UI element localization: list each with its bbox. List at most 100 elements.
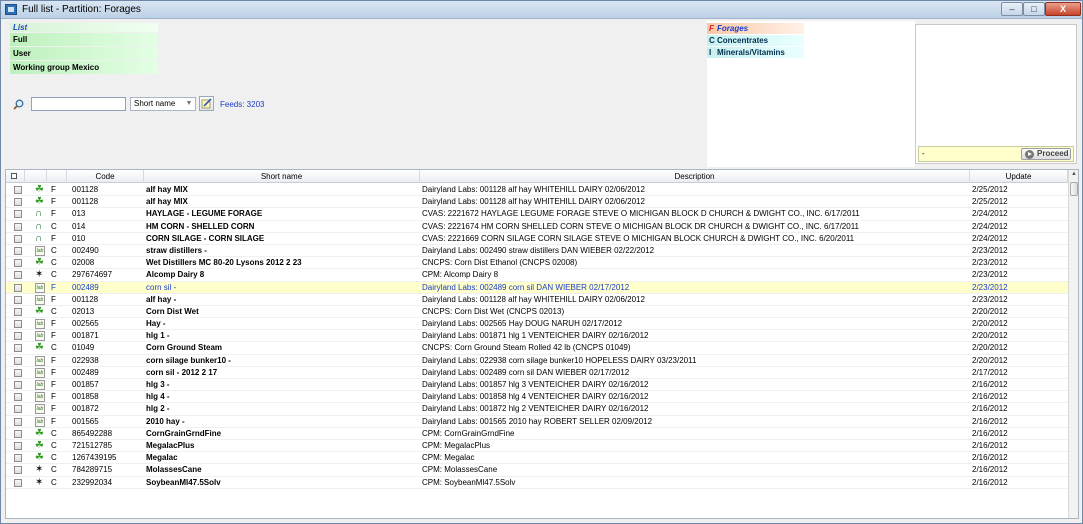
row-checkbox[interactable] — [14, 320, 22, 329]
list-item-full[interactable]: Full — [10, 33, 158, 46]
table-row[interactable]: ☘ C 721512785 MegalacPlus CPM: MegalacPlus 2/… — [6, 440, 1068, 453]
search-input[interactable] — [31, 97, 126, 111]
select-all-cell[interactable] — [6, 170, 25, 183]
title-bar[interactable]: Full list - Partition: Forages – □ X — [1, 1, 1082, 19]
row-checkbox[interactable] — [14, 478, 22, 487]
row-code: 721512785 — [72, 440, 113, 450]
header-description[interactable]: Description — [420, 170, 970, 183]
list-item-working-group[interactable]: Working group Mexico — [10, 61, 158, 74]
row-description: CNCPS: Corn Ground Steam Rolled 42 lb (C… — [422, 343, 631, 353]
row-checkbox[interactable] — [14, 210, 22, 219]
row-checkbox[interactable] — [14, 356, 22, 365]
select-all-checkbox[interactable] — [11, 173, 17, 179]
row-checkbox[interactable] — [14, 246, 22, 255]
row-checkbox[interactable] — [14, 454, 22, 463]
table-row[interactable]: lab F 022938 corn silage bunker10 - Dairylan… — [6, 355, 1068, 367]
row-update: 2/25/2012 — [972, 185, 1008, 194]
row-checkbox[interactable] — [14, 259, 22, 268]
row-checkbox[interactable] — [14, 295, 22, 304]
row-update: 2/23/2012 — [972, 258, 1008, 268]
table-row[interactable]: lab C 002490 straw distillers - Dairyland La… — [6, 245, 1068, 258]
row-update: 2/20/2012 — [972, 306, 1008, 316]
table-row[interactable]: ☘ C 02013 Corn Dist Wet CNCPS: Corn Dist Wet… — [6, 306, 1068, 319]
vertical-scrollbar[interactable]: ▲ — [1068, 170, 1078, 518]
partition-minerals-vitamins[interactable]: I Minerals/Vitamins — [707, 47, 804, 58]
row-checkbox[interactable] — [14, 198, 22, 207]
partition-forages[interactable]: F Forages — [707, 23, 804, 34]
row-update: 2/23/2012 — [972, 270, 1008, 280]
row-checkbox[interactable] — [14, 429, 22, 438]
table-row[interactable]: ∩ C 014 HM CORN - SHELLED CORN CVAS: 2221674… — [6, 221, 1068, 233]
table-row[interactable]: ∩ F 010 CORN SILAGE - CORN SILAGE CVAS: 2221… — [6, 233, 1068, 245]
row-update: 2/17/2012 — [972, 367, 1008, 377]
header-icon-col — [25, 170, 47, 183]
list-item-user[interactable]: User — [10, 47, 158, 60]
minimize-button[interactable]: – — [1001, 2, 1023, 16]
row-partition: C — [51, 221, 57, 231]
row-short-name: HAYLAGE - LEGUME FORAGE — [146, 209, 263, 219]
sampler-icon: ✶ — [35, 476, 44, 488]
table-row[interactable]: lab F 001128 alf hay - Dairyland Labs: 00112… — [6, 294, 1068, 306]
row-checkbox[interactable] — [14, 186, 22, 194]
scroll-thumb[interactable] — [1070, 182, 1078, 196]
arch-icon: ∩ — [35, 232, 43, 244]
table-row[interactable]: lab F 002565 Hay - Dairyland Labs: 002565 Ha… — [6, 318, 1068, 331]
table-row[interactable]: ✶ C 297674697 Alcomp Dairy 8 CPM: Alcomp Dai… — [6, 269, 1068, 282]
row-code: 002490 — [72, 245, 99, 255]
row-partition: F — [51, 355, 56, 365]
row-description: CVAS: 2221674 HM CORN SHELLED CORN STEVE… — [422, 221, 859, 231]
header-short-name[interactable]: Short name — [144, 170, 420, 183]
leaf-icon: ☘ — [35, 184, 44, 195]
row-checkbox[interactable] — [14, 381, 22, 389]
maximize-button[interactable]: □ — [1023, 2, 1045, 16]
row-short-name: MegalacPlus — [146, 440, 195, 450]
edit-icon[interactable] — [199, 96, 214, 111]
row-checkbox[interactable] — [14, 332, 22, 341]
table-row[interactable]: ∩ F 013 HAYLAGE - LEGUME FORAGE CVAS: 222167… — [6, 208, 1068, 221]
table-row[interactable]: lab F 002489 corn sil - Dairyland Labs: 0024… — [6, 281, 1068, 294]
row-code: 232992034 — [72, 477, 113, 487]
table-row[interactable]: lab F 001872 hlg 2 - Dairyland Labs: 001872 … — [6, 403, 1068, 416]
row-checkbox[interactable] — [14, 405, 22, 414]
table-row[interactable]: ☘ C 02008 Wet Distillers MC 80-20 Lysons 20… — [6, 257, 1068, 270]
row-update: 2/16/2012 — [972, 440, 1008, 450]
table-row[interactable]: ☘ F 001128 alf hay MIX Dairyland Labs: 00112… — [6, 196, 1068, 209]
close-button[interactable]: X — [1045, 2, 1081, 16]
row-checkbox[interactable] — [14, 283, 22, 292]
search-icon[interactable] — [13, 99, 24, 110]
app-icon — [5, 4, 17, 15]
row-code: 297674697 — [72, 270, 113, 280]
row-checkbox[interactable] — [14, 234, 22, 243]
row-code: 001565 — [72, 416, 99, 426]
header-code[interactable]: Code — [67, 170, 144, 183]
row-checkbox[interactable] — [14, 393, 22, 402]
table-row[interactable]: ✶ C 232992034 SoybeanMl47.5Solv CPM: Soybean… — [6, 477, 1068, 489]
table-row[interactable]: lab F 001565 2010 hay - Dairyland Labs: 0015… — [6, 416, 1068, 428]
scroll-up-icon[interactable]: ▲ — [1070, 171, 1078, 180]
table-row[interactable]: ☘ F 001128 alf hay MIX Dairyland Labs: 00112… — [6, 184, 1068, 197]
table-row[interactable]: lab F 001857 hlg 3 - Dairyland Labs: 001857 … — [6, 379, 1068, 392]
table-row[interactable]: lab F 001858 hlg 4 - Dairyland Labs: 001858 … — [6, 391, 1068, 404]
row-checkbox[interactable] — [14, 417, 22, 426]
table-row[interactable]: ✶ C 784289715 MolassesCane CPM: MolassesCane… — [6, 464, 1068, 477]
table-row[interactable]: ☘ C 1267439195 Megalac CPM: Megalac 2/16/2012 — [6, 452, 1068, 465]
row-checkbox[interactable] — [14, 368, 22, 377]
table-row[interactable]: lab F 001871 hlg 1 - Dairyland Labs: 001871 … — [6, 330, 1068, 343]
arch-icon: ∩ — [35, 208, 43, 220]
row-checkbox[interactable] — [14, 344, 22, 353]
row-checkbox[interactable] — [14, 307, 22, 316]
proceed-button[interactable]: Proceed — [1021, 148, 1071, 160]
header-update[interactable]: Update — [970, 170, 1068, 183]
row-partition: C — [51, 440, 57, 450]
table-row[interactable]: ☘ C 865492288 CornGrainGrndFine CPM: CornGra… — [6, 428, 1068, 440]
row-checkbox[interactable] — [14, 271, 22, 280]
partition-concentrates[interactable]: C Concentrates — [707, 35, 804, 46]
table-row[interactable]: lab F 002489 corn sil - 2012 2 17 Dairyland … — [6, 367, 1068, 379]
row-checkbox[interactable] — [14, 466, 22, 475]
row-checkbox[interactable] — [14, 441, 22, 450]
search-field-select[interactable]: Short name ▼ — [130, 97, 196, 111]
table-row[interactable]: ☘ C 01049 Corn Ground Steam CNCPS: Corn Grou… — [6, 342, 1068, 355]
row-checkbox[interactable] — [14, 222, 22, 231]
analysis-icon: lab — [35, 282, 45, 293]
row-description: CPM: SoybeanMl47.5Solv — [422, 477, 516, 487]
